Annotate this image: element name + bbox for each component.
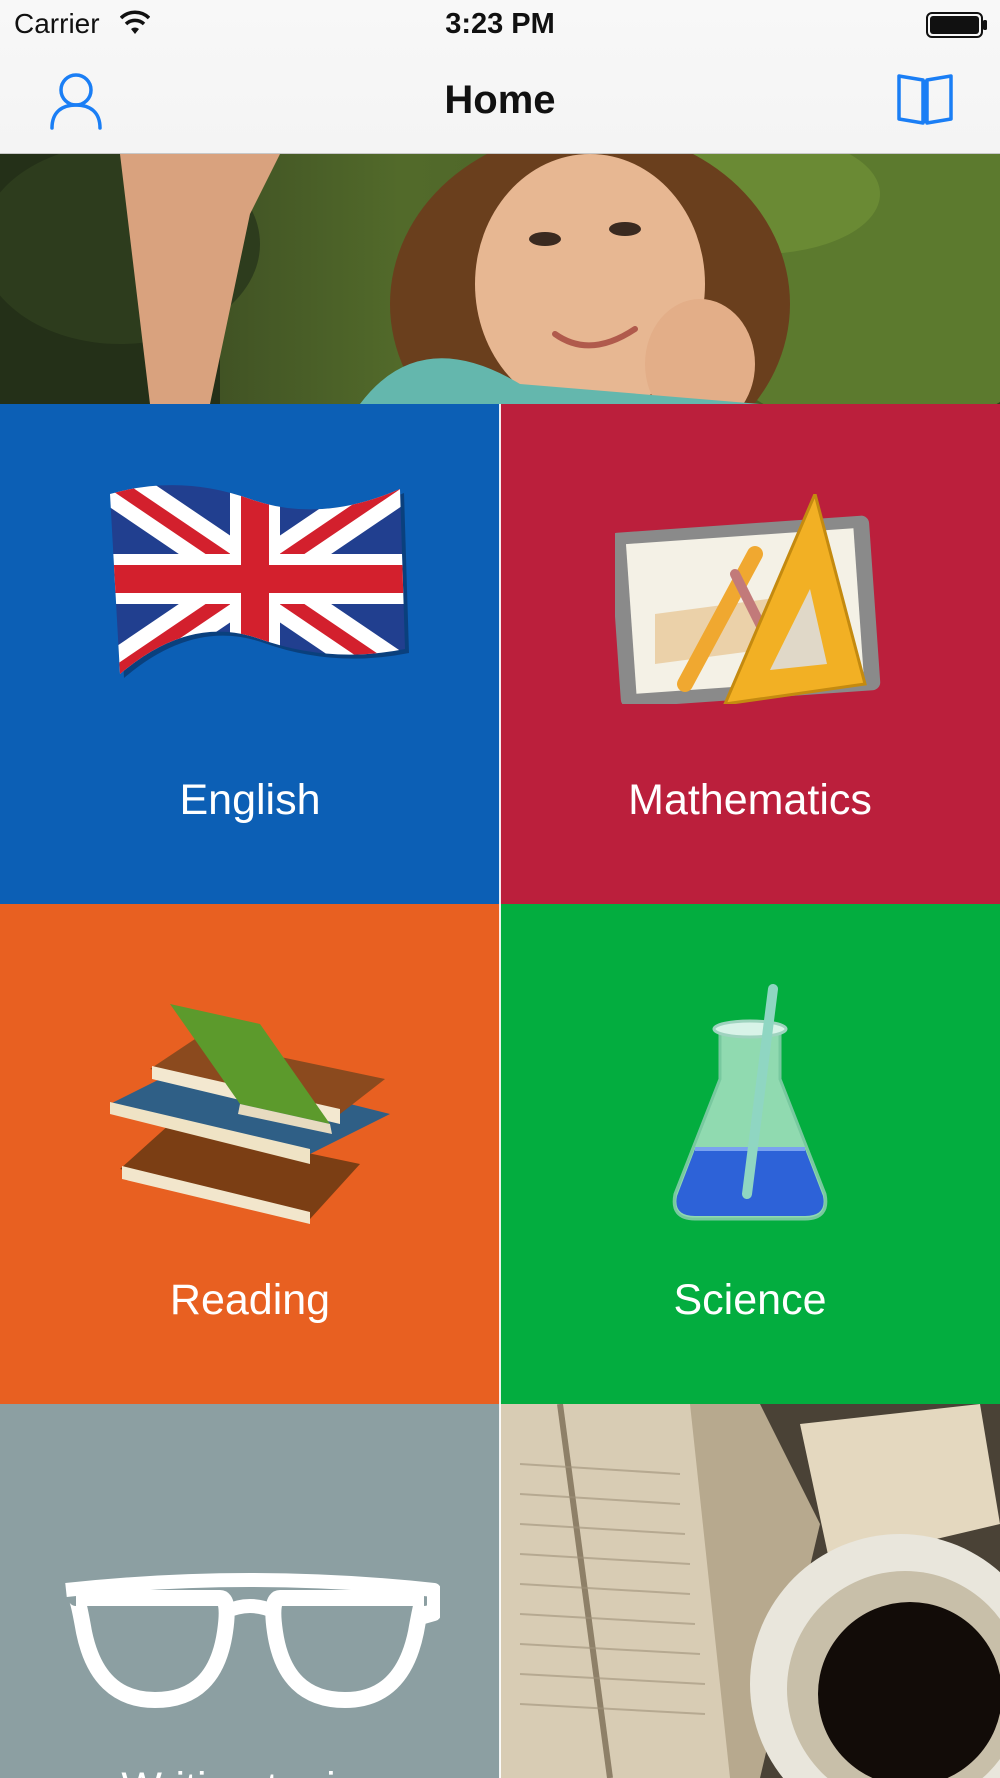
tile-label-science: Science <box>673 1276 827 1324</box>
tile-label-english: English <box>179 776 321 824</box>
tile-label-reading: Reading <box>169 1276 331 1324</box>
tile-mathematics[interactable]: Mathematics <box>500 404 1000 904</box>
book-icon[interactable] <box>896 72 954 126</box>
geometry-tools-icon <box>615 494 881 704</box>
tile-english[interactable]: English <box>0 404 500 904</box>
tile-label-mathematics: Mathematics <box>628 776 872 824</box>
top-bar: Carrier 3:23 PM Home <box>0 0 1000 154</box>
glasses-icon <box>65 1573 440 1709</box>
banner-photo <box>0 154 1000 404</box>
battery-icon <box>926 12 987 38</box>
book-stack-icon <box>110 1004 390 1224</box>
page-title: Home <box>444 78 556 122</box>
flask-icon <box>672 984 828 1221</box>
tile-science[interactable]: Science <box>500 904 1000 1404</box>
uk-flag-icon <box>110 485 409 678</box>
tile-label-writing-topics: Writing topics <box>0 1764 500 1778</box>
tile-reading[interactable]: Reading <box>0 904 500 1404</box>
status-time: 3:23 PM <box>445 8 555 40</box>
tile-divider <box>499 404 501 1778</box>
tile-writing-topics[interactable]: Writing topics <box>0 1404 500 1778</box>
coffee-books-photo <box>500 1404 1000 1778</box>
app-screen: Carrier 3:23 PM Home English Mathematics… <box>0 0 1000 1778</box>
student-with-laptop-photo <box>0 154 1000 404</box>
tile-coffee-books[interactable] <box>500 1404 1000 1778</box>
